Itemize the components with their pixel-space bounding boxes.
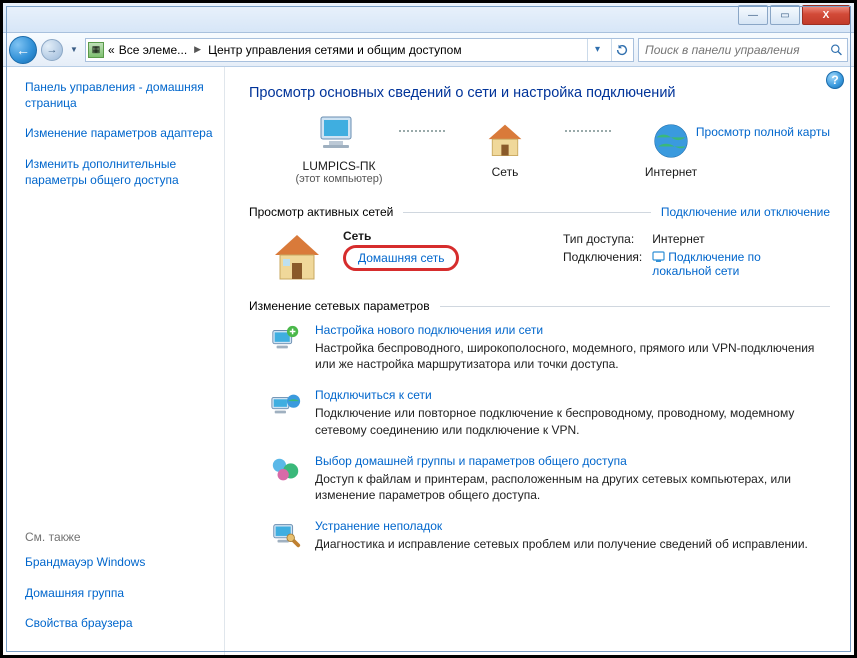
sidebar: Панель управления - домашняя страница Из… bbox=[3, 67, 225, 655]
settings-item-desc: Настройка беспроводного, широкополосного… bbox=[315, 340, 830, 372]
refresh-icon bbox=[615, 43, 629, 57]
network-details: Тип доступа: Интернет Подключения: Подкл… bbox=[561, 229, 830, 285]
new-connection-icon bbox=[270, 323, 302, 355]
topo-line-icon bbox=[565, 130, 611, 132]
network-type-highlight: Домашняя сеть bbox=[343, 245, 459, 271]
network-house-icon bbox=[483, 121, 527, 161]
control-panel-icon: ▦ bbox=[88, 42, 104, 58]
active-networks-label: Просмотр активных сетей bbox=[249, 205, 393, 219]
settings-item-homegroup: Выбор домашней группы и параметров общег… bbox=[269, 454, 830, 503]
settings-item-desc: Доступ к файлам и принтерам, расположенн… bbox=[315, 471, 830, 503]
settings-item-desc: Подключение или повторное подключение к … bbox=[315, 405, 830, 437]
settings-item-title[interactable]: Выбор домашней группы и параметров общег… bbox=[315, 454, 830, 468]
sidebar-link-sharing[interactable]: Изменить дополнительные параметры общего… bbox=[25, 156, 214, 188]
history-dropdown[interactable]: ▼ bbox=[67, 39, 81, 61]
address-bar[interactable]: ▦ « Все элеме... ▶ Центр управления сетя… bbox=[85, 38, 634, 62]
forward-button[interactable]: → bbox=[41, 39, 63, 61]
active-networks-header: Просмотр активных сетей Подключение или … bbox=[249, 205, 830, 219]
sidebar-link-home[interactable]: Панель управления - домашняя страница bbox=[25, 79, 214, 111]
search-icon bbox=[830, 43, 843, 57]
lan-icon bbox=[652, 251, 665, 263]
help-button[interactable]: ? bbox=[826, 71, 844, 89]
topo-internet: Интернет bbox=[611, 119, 731, 179]
settings-item-troubleshoot: Устранение неполадок Диагностика и испра… bbox=[269, 519, 830, 553]
refresh-button[interactable] bbox=[611, 39, 631, 61]
settings-item-title[interactable]: Настройка нового подключения или сети bbox=[315, 323, 830, 337]
active-network-row: Сеть Домашняя сеть Тип доступа: Интернет… bbox=[249, 229, 830, 285]
network-type-link[interactable]: Домашняя сеть bbox=[358, 251, 444, 265]
see-also-heading: См. также bbox=[25, 530, 214, 544]
connect-network-icon bbox=[270, 388, 302, 420]
access-type-label: Тип доступа: bbox=[563, 231, 650, 247]
navbar: ← → ▼ ▦ « Все элеме... ▶ Центр управлени… bbox=[3, 33, 854, 67]
topo-network: Сеть bbox=[445, 119, 565, 179]
settings-item-new-connection: Настройка нового подключения или сети На… bbox=[269, 323, 830, 372]
network-topology: LUMPICS-ПК (этот компьютер) Сеть bbox=[279, 113, 830, 185]
topo-computer-label: LUMPICS-ПК bbox=[279, 159, 399, 173]
topo-computer: LUMPICS-ПК (этот компьютер) bbox=[279, 113, 399, 185]
see-also-firewall[interactable]: Брандмауэр Windows bbox=[25, 554, 214, 570]
connection-link[interactable]: Подключение по локальной сети bbox=[652, 250, 761, 278]
settings-item-connect: Подключиться к сети Подключение или повт… bbox=[269, 388, 830, 437]
change-settings-label: Изменение сетевых параметров bbox=[249, 299, 430, 313]
settings-list: Настройка нового подключения или сети На… bbox=[249, 323, 830, 553]
breadcrumb-2[interactable]: Центр управления сетями и общим доступом bbox=[208, 43, 462, 57]
globe-icon bbox=[651, 121, 691, 161]
address-dropdown[interactable]: ▾ bbox=[587, 39, 607, 61]
topo-network-label: Сеть bbox=[445, 165, 565, 179]
titlebar: — ▭ X bbox=[3, 3, 854, 33]
access-type-value: Интернет bbox=[652, 231, 828, 247]
network-name: Сеть bbox=[343, 229, 543, 243]
sidebar-link-adapter[interactable]: Изменение параметров адаптера bbox=[25, 125, 214, 141]
troubleshoot-icon bbox=[270, 519, 302, 551]
search-box[interactable] bbox=[638, 38, 848, 62]
settings-item-title[interactable]: Устранение неполадок bbox=[315, 519, 830, 533]
window-frame: — ▭ X ← → ▼ ▦ « Все элеме... ▶ Центр упр… bbox=[0, 0, 857, 658]
computer-icon bbox=[315, 113, 363, 157]
back-button[interactable]: ← bbox=[9, 36, 37, 64]
close-button[interactable]: X bbox=[802, 5, 850, 25]
topo-line-icon bbox=[399, 130, 445, 132]
main-content: Просмотр основных сведений о сети и наст… bbox=[225, 67, 854, 655]
breadcrumb-prefix[interactable]: « bbox=[108, 43, 115, 57]
homegroup-icon bbox=[270, 454, 302, 486]
settings-item-title[interactable]: Подключиться к сети bbox=[315, 388, 830, 402]
home-network-icon bbox=[269, 229, 325, 285]
settings-item-desc: Диагностика и исправление сетевых пробле… bbox=[315, 536, 830, 552]
breadcrumb-sep-icon: ▶ bbox=[191, 44, 204, 55]
breadcrumb-1[interactable]: Все элеме... bbox=[119, 43, 187, 57]
connect-disconnect-link[interactable]: Подключение или отключение bbox=[661, 205, 830, 219]
search-input[interactable] bbox=[643, 42, 830, 58]
change-settings-header: Изменение сетевых параметров bbox=[249, 299, 830, 313]
connections-label: Подключения: bbox=[563, 249, 650, 279]
maximize-button[interactable]: ▭ bbox=[770, 5, 800, 25]
topo-internet-label: Интернет bbox=[611, 165, 731, 179]
see-also-homegroup[interactable]: Домашняя группа bbox=[25, 585, 214, 601]
see-also-browser[interactable]: Свойства браузера bbox=[25, 615, 214, 631]
topo-computer-sub: (этот компьютер) bbox=[279, 173, 399, 185]
body: Панель управления - домашняя страница Из… bbox=[3, 67, 854, 655]
page-title: Просмотр основных сведений о сети и наст… bbox=[249, 85, 830, 101]
minimize-button[interactable]: — bbox=[738, 5, 768, 25]
